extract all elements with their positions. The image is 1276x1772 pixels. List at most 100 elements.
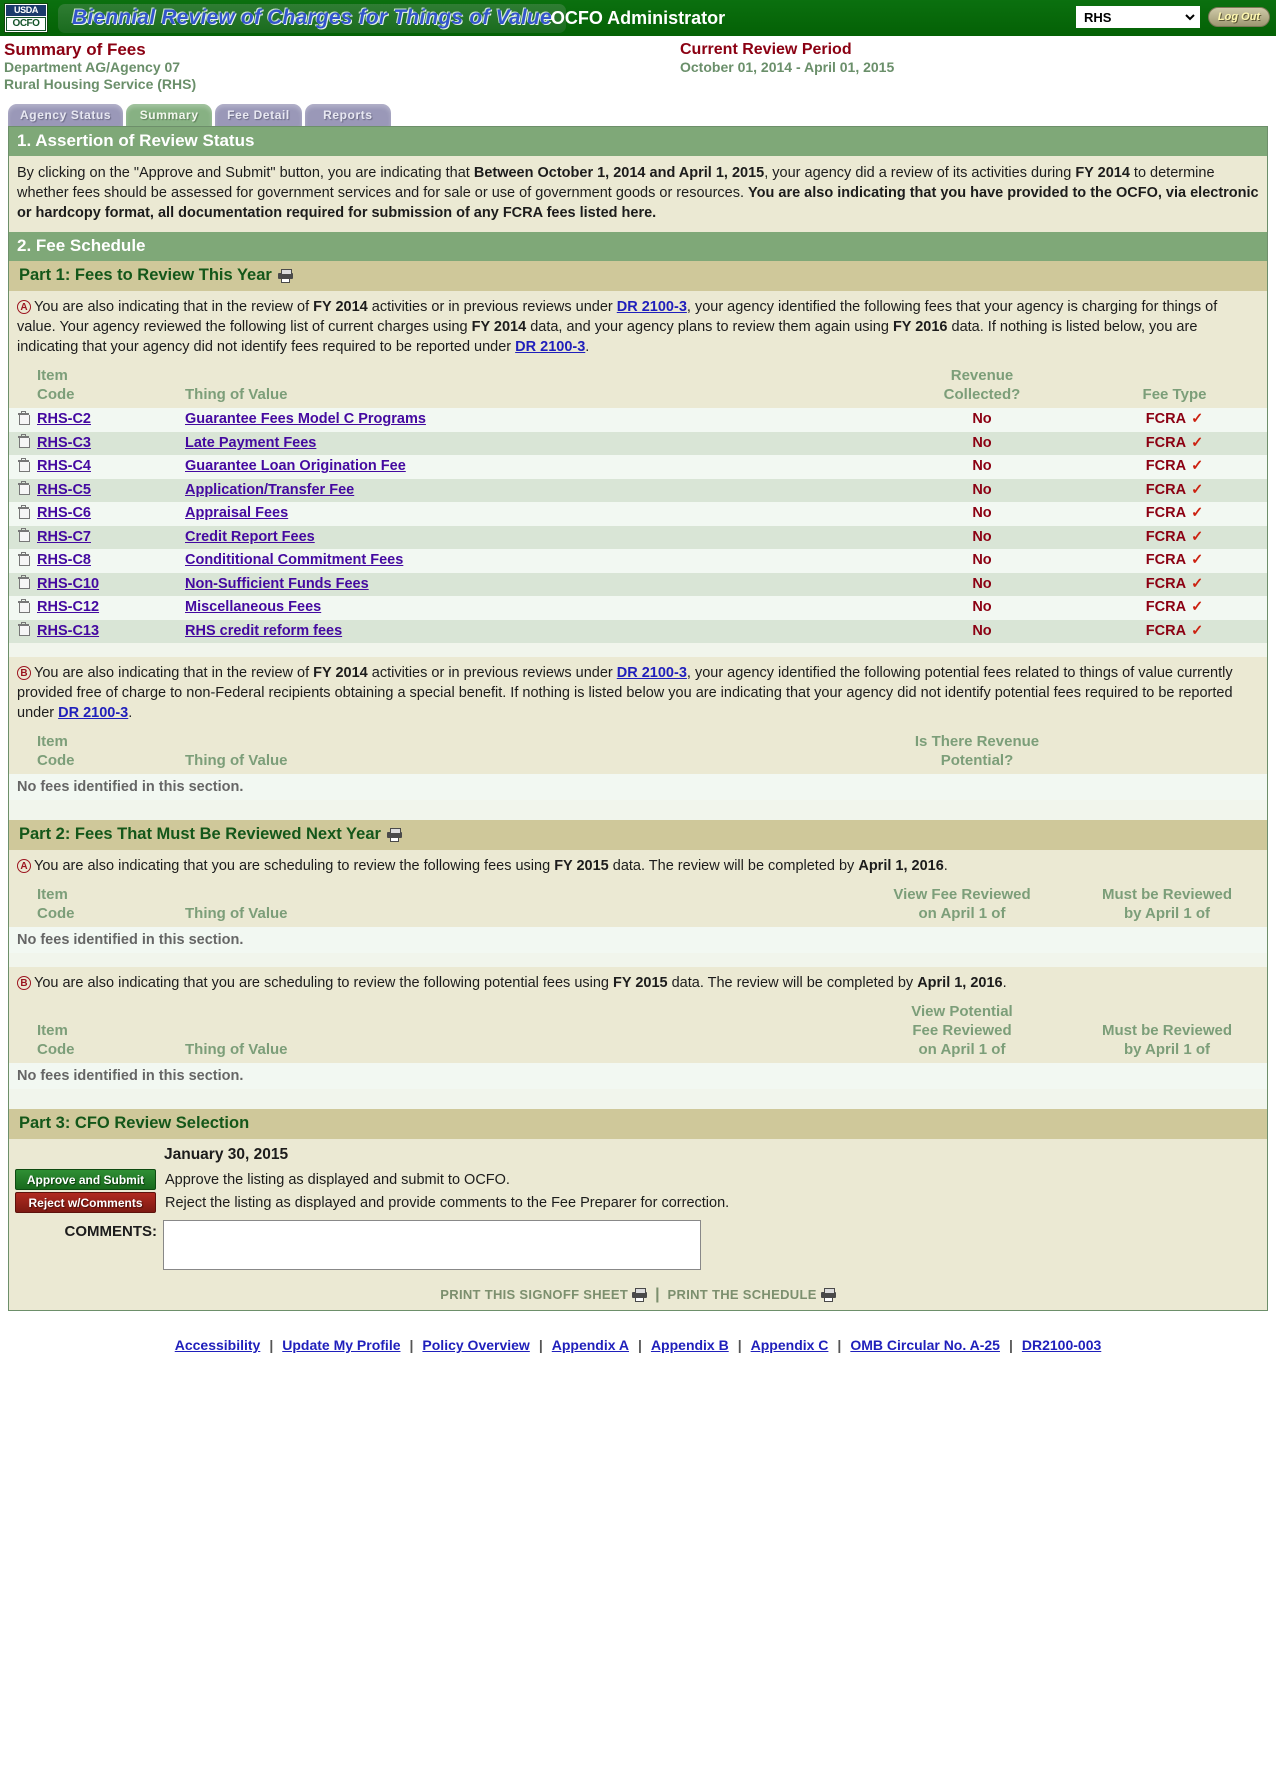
delete-cell[interactable]	[9, 549, 37, 573]
fee-code-link[interactable]: RHS-C4	[37, 458, 91, 474]
fee-name-link[interactable]: Credit Report Fees	[185, 529, 315, 545]
delete-cell[interactable]	[9, 479, 37, 503]
delete-cell[interactable]	[9, 596, 37, 620]
th-thing-label: Thing of Value	[185, 1041, 288, 1058]
table-header-row: Item Code Thing of Value View Fee Review…	[9, 883, 1267, 927]
fee-name-link[interactable]: Application/Transfer Fee	[185, 482, 354, 498]
fee-code-link[interactable]: RHS-C3	[37, 435, 91, 451]
revenue-cell: No	[972, 552, 992, 569]
tab-summary[interactable]: Summary	[126, 104, 213, 126]
tab-reports[interactable]: Reports	[304, 104, 391, 126]
dr2100-3-link[interactable]: DR 2100-3	[617, 665, 687, 681]
printer-icon[interactable]	[277, 269, 293, 283]
fee-name-link[interactable]: Miscellaneous Fees	[185, 599, 321, 615]
th-code: Code	[37, 752, 75, 769]
th-view-l2: on April 1 of	[918, 905, 1006, 922]
th-item: Item	[37, 733, 68, 750]
p2b-t3: .	[1002, 975, 1007, 991]
th-thing-label: Thing of Value	[185, 386, 288, 403]
trash-icon[interactable]	[17, 410, 30, 425]
fee-name-link[interactable]: Late Payment Fees	[185, 435, 316, 451]
fee-name-link[interactable]: Non-Sufficient Funds Fees	[185, 576, 369, 592]
fee-name-link[interactable]: RHS credit reform fees	[185, 623, 342, 639]
th-delete	[9, 730, 37, 774]
trash-icon[interactable]	[17, 622, 30, 637]
footer-link-omb-circular[interactable]: OMB Circular No. A-25	[850, 1337, 1000, 1353]
th-must-be-reviewed: Must be Reviewed by April 1 of	[1067, 1000, 1267, 1063]
tab-fee-detail[interactable]: Fee Detail	[215, 104, 302, 126]
delete-cell[interactable]	[9, 620, 37, 644]
assertion-text: By clicking on the "Approve and Submit" …	[9, 156, 1267, 232]
fee-code-link[interactable]: RHS-C7	[37, 529, 91, 545]
fee-code-link[interactable]: RHS-C8	[37, 552, 91, 568]
trash-icon[interactable]	[17, 481, 30, 496]
th-thing-of-value: Thing of Value	[185, 883, 857, 927]
printer-icon[interactable]	[632, 1288, 648, 1302]
printer-icon[interactable]	[820, 1288, 836, 1302]
trash-icon[interactable]	[17, 504, 30, 519]
fee-code-link[interactable]: RHS-C6	[37, 505, 91, 521]
th-revenue-l2: Collected?	[943, 386, 1021, 403]
footer-link-appendix-a[interactable]: Appendix A	[552, 1337, 629, 1353]
p2b-b2: April 1, 2016	[917, 975, 1003, 991]
fee-code-link[interactable]: RHS-C13	[37, 623, 99, 639]
delete-cell[interactable]	[9, 526, 37, 550]
trash-icon[interactable]	[17, 434, 30, 449]
delete-cell[interactable]	[9, 502, 37, 526]
fee-code-link[interactable]: RHS-C5	[37, 482, 91, 498]
footer-link-appendix-c[interactable]: Appendix C	[751, 1337, 829, 1353]
tab-agency-status[interactable]: Agency Status	[8, 104, 124, 126]
footer-link-dr2100-003[interactable]: DR2100-003	[1022, 1337, 1101, 1353]
check-icon: ✓	[1191, 552, 1204, 569]
delete-cell[interactable]	[9, 455, 37, 479]
dr2100-3-link[interactable]: DR 2100-3	[58, 705, 128, 721]
feetype-label: FCRA	[1145, 552, 1187, 569]
trash-icon[interactable]	[17, 551, 30, 566]
trash-icon[interactable]	[17, 575, 30, 590]
code-cell: RHS-C10	[37, 573, 185, 597]
trash-icon[interactable]	[17, 457, 30, 472]
th-thing-of-value: Thing of Value	[185, 364, 882, 408]
footer-link-accessibility[interactable]: Accessibility	[175, 1337, 261, 1353]
dr2100-3-link[interactable]: DR 2100-3	[515, 339, 585, 355]
print-schedule-link[interactable]: PRINT THE SCHEDULE	[668, 1287, 817, 1302]
delete-cell[interactable]	[9, 432, 37, 456]
fee-code-link[interactable]: RHS-C2	[37, 411, 91, 427]
footer-link-update-my-profile[interactable]: Update My Profile	[282, 1337, 400, 1353]
th-item: Item	[37, 367, 68, 384]
footer-separator: |	[538, 1337, 543, 1353]
delete-cell[interactable]	[9, 408, 37, 432]
agency-select[interactable]: RHS	[1076, 6, 1200, 28]
approve-and-submit-button[interactable]: Approve and Submit	[15, 1169, 156, 1190]
code-cell: RHS-C13	[37, 620, 185, 644]
fee-name-link[interactable]: Guarantee Loan Origination Fee	[185, 458, 406, 474]
signoff-date: January 30, 2015	[164, 1146, 289, 1163]
feetype-cell: FCRA ✓	[1082, 432, 1267, 456]
comments-textarea[interactable]	[163, 1220, 701, 1270]
part-3-heading: Part 3: CFO Review Selection	[19, 1114, 250, 1132]
fee-name-link[interactable]: Guarantee Fees Model C Programs	[185, 411, 426, 427]
dr2100-3-link[interactable]: DR 2100-3	[617, 299, 687, 315]
th-spacer	[1082, 730, 1267, 774]
revenue-cell: No	[972, 481, 992, 498]
trash-icon[interactable]	[17, 598, 30, 613]
reject-with-comments-button[interactable]: Reject w/Comments	[15, 1192, 156, 1213]
logout-button[interactable]: Log Out	[1208, 7, 1270, 27]
delete-cell[interactable]	[9, 573, 37, 597]
table-row: RHS-C8 Condititional Commitment Fees No …	[9, 549, 1267, 573]
fee-code-link[interactable]: RHS-C10	[37, 576, 99, 592]
approve-row: Approve and Submit Approve the listing a…	[9, 1168, 1267, 1191]
assertion-t1: By clicking on the "Approve and Submit" …	[17, 165, 474, 181]
part2-b-fee-table: Item Code Thing of Value View Potential …	[9, 1000, 1267, 1063]
trash-icon[interactable]	[17, 528, 30, 543]
footer-link-appendix-b[interactable]: Appendix B	[651, 1337, 729, 1353]
print-links-row: PRINT THIS SIGNOFF SHEET | PRINT THE SCHED…	[9, 1278, 1267, 1310]
footer-link-policy-overview[interactable]: Policy Overview	[422, 1337, 529, 1353]
review-period-block: Current Review Period October 01, 2014 -…	[680, 40, 894, 76]
fee-code-link[interactable]: RHS-C12	[37, 599, 99, 615]
page-title: Summary of Fees	[4, 40, 146, 59]
printer-icon[interactable]	[386, 828, 402, 842]
fee-name-link[interactable]: Condititional Commitment Fees	[185, 552, 403, 568]
fee-name-link[interactable]: Appraisal Fees	[185, 505, 288, 521]
print-signoff-sheet-link[interactable]: PRINT THIS SIGNOFF SHEET	[440, 1287, 628, 1302]
